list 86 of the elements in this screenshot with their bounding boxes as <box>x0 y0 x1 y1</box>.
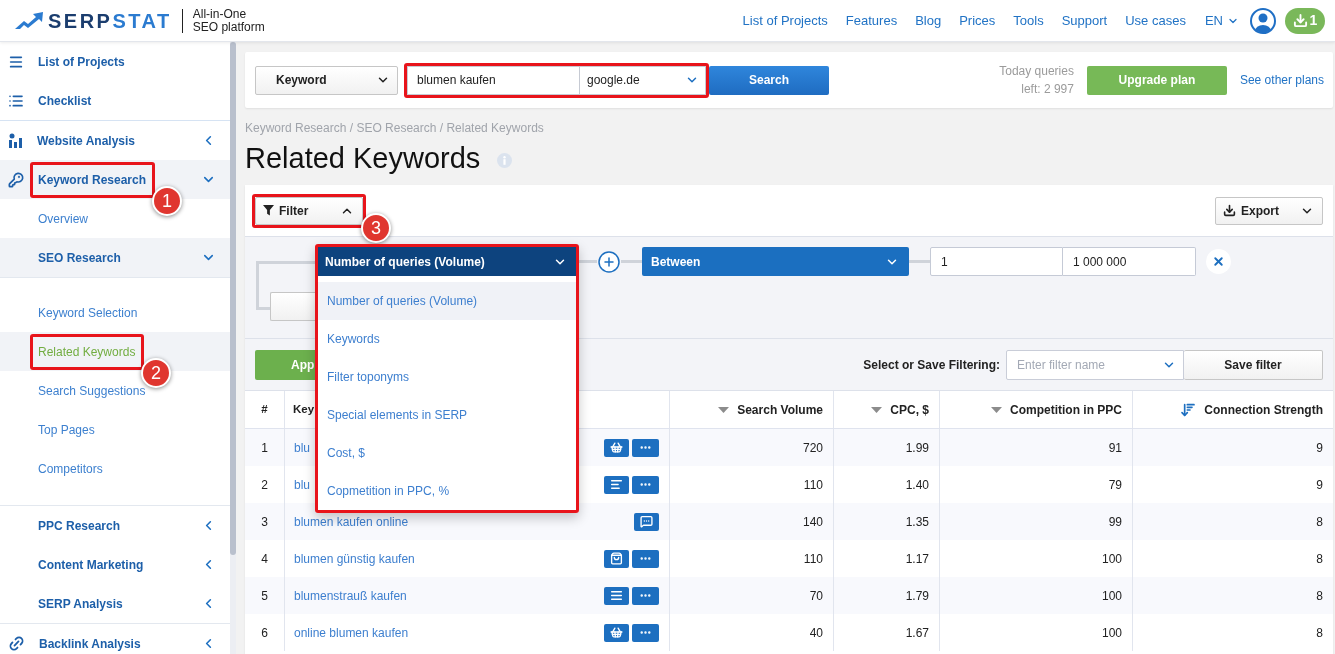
scrollbar-thumb[interactable] <box>230 42 236 555</box>
table-cell-text: 9 <box>1315 439 1324 457</box>
tagline-text: All-in-One <box>192 7 248 21</box>
text-lines-icon <box>610 478 623 491</box>
row-number: 6 <box>245 614 285 651</box>
bar-chart-icon <box>8 133 23 148</box>
table-cell-text: 8 <box>1315 513 1324 531</box>
serp-feature-button[interactable] <box>604 475 629 494</box>
range-to-field[interactable]: 1 000 000 <box>1063 247 1196 276</box>
add-circle-icon[interactable] <box>597 249 621 274</box>
dropdown-option[interactable]: Number of queries (Volume) <box>318 282 576 320</box>
search-engine-select[interactable]: google.de <box>580 65 706 95</box>
keyword-link[interactable]: blumen kaufen online <box>294 512 409 531</box>
close-icon <box>1212 255 1225 268</box>
chat-bubble-icon <box>640 515 653 528</box>
breadcrumb: Keyword Research / SEO Research / Related Keywords <box>245 121 545 135</box>
column-header[interactable]: Search Volume <box>670 391 834 428</box>
language-select[interactable]: EN <box>1204 10 1239 31</box>
keyword-link[interactable]: blu <box>294 475 310 494</box>
trend-arrow-logo-icon <box>15 12 43 29</box>
export-button[interactable]: Export <box>1215 196 1323 225</box>
serp-feature-button[interactable] <box>604 586 629 605</box>
page-title: Related Keywords <box>245 141 481 176</box>
tagline-text: SEO platform <box>192 20 265 34</box>
nav-link[interactable]: Blog <box>915 10 942 31</box>
keyword-link[interactable]: blu <box>294 438 310 457</box>
serp-feature-button[interactable] <box>604 549 629 568</box>
more-actions-button[interactable] <box>632 475 659 494</box>
download-icon <box>1223 204 1236 217</box>
connector-line <box>909 260 930 263</box>
column-header: # <box>261 401 268 417</box>
serp-feature-button[interactable] <box>634 512 659 531</box>
range-from-field[interactable]: 1 <box>930 247 1063 276</box>
field-select[interactable]: Number of queries (Volume) <box>318 247 576 276</box>
queries-left-text: Today queries left: 2 997 <box>998 63 1074 98</box>
callout-number: 3 <box>361 212 391 243</box>
keyword-link[interactable]: blumenstrauß kaufen <box>294 586 407 605</box>
user-avatar-icon[interactable] <box>1250 7 1276 34</box>
column-header[interactable]: Competition in PPC <box>940 391 1133 428</box>
remove-condition-button[interactable] <box>1206 249 1231 274</box>
funnel-icon <box>263 205 274 216</box>
save-filter-button[interactable]: Save filter <box>1184 349 1323 380</box>
info-icon <box>497 152 513 168</box>
see-other-plans-link[interactable]: See other plans <box>1239 71 1324 89</box>
table-cell-text: 8 <box>1315 624 1324 642</box>
connector-line <box>576 260 597 263</box>
table-cell: 100 <box>940 614 1133 651</box>
basket-icon <box>610 441 623 454</box>
connector-line <box>621 260 642 263</box>
table-cell-text: 8 <box>1315 550 1324 568</box>
filter-name-field[interactable]: Enter filter name <box>1006 349 1184 380</box>
save-filter-label: Select or Save Filtering: <box>863 356 1000 374</box>
list-icon <box>610 589 623 602</box>
column-header[interactable]: CPC, $ <box>834 391 940 428</box>
table-cell-text: 8 <box>1315 587 1324 605</box>
download-icon <box>1292 13 1308 28</box>
nav-link[interactable]: Use cases <box>1125 10 1186 31</box>
nav-link[interactable]: Features <box>845 10 898 31</box>
logo-wordmark: SERPSTAT <box>48 10 172 31</box>
column-header[interactable]: Connection Strength <box>1133 391 1333 428</box>
nav-link[interactable]: Tools <box>1013 10 1044 31</box>
keyword-link[interactable]: online blumen kaufen <box>294 623 409 642</box>
search-button[interactable]: Search <box>709 65 829 95</box>
sidebar-item[interactable]: SEO Research <box>0 238 230 277</box>
table-cell: 1.67 <box>834 614 940 651</box>
table-cell: 40 <box>670 614 834 651</box>
nav-link[interactable]: List of Projects <box>742 10 828 31</box>
keyword-link[interactable]: blumen günstig kaufen <box>294 549 415 568</box>
serp-feature-button[interactable] <box>604 623 629 642</box>
table-cell-text: 9 <box>1315 476 1324 494</box>
nav-link[interactable]: Prices <box>959 10 996 31</box>
column-header: Key <box>293 401 315 417</box>
operator-select[interactable]: Between <box>642 247 909 276</box>
keyword-search-field[interactable]: blumen kaufen <box>407 65 580 95</box>
search-type-select[interactable]: Keyword <box>255 65 398 95</box>
filter-toggle-button[interactable]: Filter <box>255 196 363 225</box>
more-actions-button[interactable] <box>632 438 659 457</box>
key-icon <box>8 171 24 188</box>
more-actions-button[interactable] <box>632 549 659 568</box>
nav-link[interactable]: Support <box>1061 10 1108 31</box>
apply-button[interactable]: App <box>255 349 315 380</box>
serp-feature-button[interactable] <box>604 438 629 457</box>
more-actions-button[interactable] <box>632 586 659 605</box>
basket-icon <box>610 626 623 639</box>
bag-icon <box>610 552 623 565</box>
more-actions-button[interactable] <box>632 623 659 642</box>
